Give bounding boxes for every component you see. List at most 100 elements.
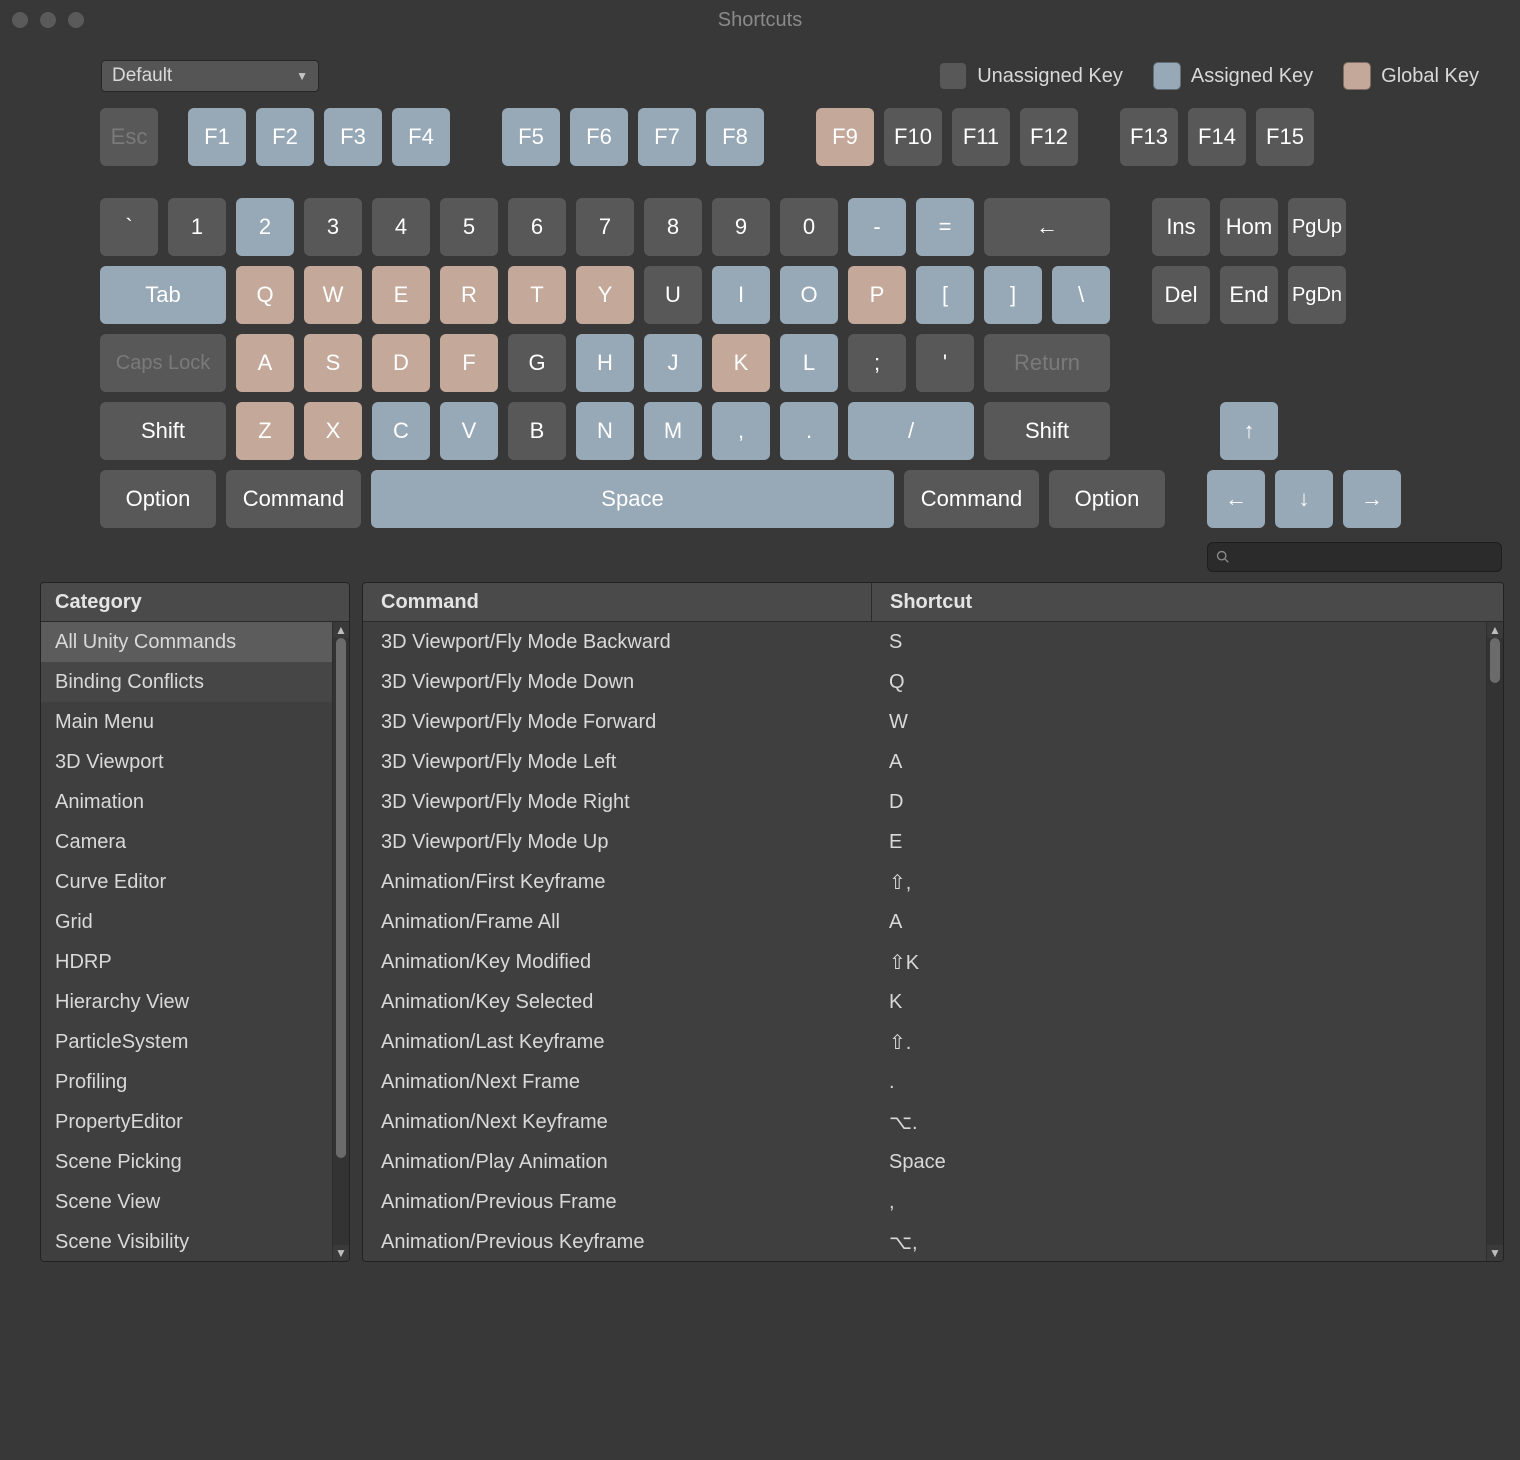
key-y[interactable]: Y [576, 266, 634, 324]
key--[interactable]: . [780, 402, 838, 460]
key-ins[interactable]: Ins [1152, 198, 1210, 256]
key--[interactable]: / [848, 402, 974, 460]
command-row[interactable]: Animation/First Keyframe⇧, [363, 862, 1487, 902]
scroll-down-icon[interactable]: ▼ [335, 1245, 347, 1261]
key-end[interactable]: End [1220, 266, 1278, 324]
key-f11[interactable]: F11 [952, 108, 1010, 166]
key-f5[interactable]: F5 [502, 108, 560, 166]
scroll-thumb[interactable] [1490, 638, 1500, 683]
command-row[interactable]: Animation/Key SelectedK [363, 982, 1487, 1022]
command-row[interactable]: Animation/Play AnimationSpace [363, 1142, 1487, 1182]
key-r[interactable]: R [440, 266, 498, 324]
key-f2[interactable]: F2 [256, 108, 314, 166]
scroll-up-icon[interactable]: ▲ [335, 622, 347, 638]
category-item[interactable]: HDRP [41, 942, 333, 982]
key-m[interactable]: M [644, 402, 702, 460]
key--[interactable]: = [916, 198, 974, 256]
key-s[interactable]: S [304, 334, 362, 392]
category-item[interactable]: Scene Visibility [41, 1222, 333, 1261]
key-tab[interactable]: Tab [100, 266, 226, 324]
key-f3[interactable]: F3 [324, 108, 382, 166]
key-f12[interactable]: F12 [1020, 108, 1078, 166]
key-8[interactable]: 8 [644, 198, 702, 256]
command-row[interactable]: Animation/Frame AllA [363, 902, 1487, 942]
command-row[interactable]: 3D Viewport/Fly Mode DownQ [363, 662, 1487, 702]
key-7[interactable]: 7 [576, 198, 634, 256]
key-2[interactable]: 2 [236, 198, 294, 256]
key-g[interactable]: G [508, 334, 566, 392]
command-row[interactable]: Animation/Last Keyframe⇧. [363, 1022, 1487, 1062]
key-f8[interactable]: F8 [706, 108, 764, 166]
key-a[interactable]: A [236, 334, 294, 392]
key-p[interactable]: P [848, 266, 906, 324]
key-f15[interactable]: F15 [1256, 108, 1314, 166]
command-row[interactable]: Animation/Key Modified⇧K [363, 942, 1487, 982]
command-row[interactable]: 3D Viewport/Fly Mode UpE [363, 822, 1487, 862]
category-item[interactable]: PropertyEditor [41, 1102, 333, 1142]
key-l[interactable]: L [780, 334, 838, 392]
key-i[interactable]: I [712, 266, 770, 324]
key--[interactable]: ← [984, 198, 1110, 256]
key-f[interactable]: F [440, 334, 498, 392]
command-row[interactable]: 3D Viewport/Fly Mode RightD [363, 782, 1487, 822]
key-j[interactable]: J [644, 334, 702, 392]
category-item[interactable]: ParticleSystem [41, 1022, 333, 1062]
key-f13[interactable]: F13 [1120, 108, 1178, 166]
key-del[interactable]: Del [1152, 266, 1210, 324]
key-f6[interactable]: F6 [570, 108, 628, 166]
key--[interactable]: ↑ [1220, 402, 1278, 460]
scroll-thumb[interactable] [336, 638, 346, 1158]
key--[interactable]: [ [916, 266, 974, 324]
shortcut-column-header[interactable]: Shortcut [872, 583, 1503, 621]
key-9[interactable]: 9 [712, 198, 770, 256]
key--[interactable]: ' [916, 334, 974, 392]
key-esc[interactable]: Esc [100, 108, 158, 166]
key-6[interactable]: 6 [508, 198, 566, 256]
key-option[interactable]: Option [1049, 470, 1165, 528]
key-f9[interactable]: F9 [816, 108, 874, 166]
key-b[interactable]: B [508, 402, 566, 460]
profile-dropdown[interactable]: Default ▼ [101, 60, 319, 92]
command-scrollbar[interactable]: ▲ ▼ [1486, 622, 1503, 1261]
key-f1[interactable]: F1 [188, 108, 246, 166]
key--[interactable]: ↓ [1275, 470, 1333, 528]
category-scrollbar[interactable]: ▲ ▼ [332, 622, 349, 1261]
scroll-down-icon[interactable]: ▼ [1489, 1245, 1501, 1261]
category-item[interactable]: Scene View [41, 1182, 333, 1222]
key-4[interactable]: 4 [372, 198, 430, 256]
key-h[interactable]: H [576, 334, 634, 392]
key--[interactable]: , [712, 402, 770, 460]
command-row[interactable]: 3D Viewport/Fly Mode ForwardW [363, 702, 1487, 742]
key-c[interactable]: C [372, 402, 430, 460]
category-item[interactable]: Animation [41, 782, 333, 822]
key-5[interactable]: 5 [440, 198, 498, 256]
key-t[interactable]: T [508, 266, 566, 324]
key-v[interactable]: V [440, 402, 498, 460]
key--[interactable]: → [1343, 470, 1401, 528]
category-item[interactable]: Grid [41, 902, 333, 942]
category-item[interactable]: Main Menu [41, 702, 333, 742]
key-0[interactable]: 0 [780, 198, 838, 256]
key-shift[interactable]: Shift [984, 402, 1110, 460]
category-item[interactable]: All Unity Commands [41, 622, 333, 662]
key-o[interactable]: O [780, 266, 838, 324]
key-f4[interactable]: F4 [392, 108, 450, 166]
command-row[interactable]: Animation/Previous Keyframe⌥, [363, 1222, 1487, 1261]
key-q[interactable]: Q [236, 266, 294, 324]
key-command[interactable]: Command [904, 470, 1039, 528]
key-u[interactable]: U [644, 266, 702, 324]
key--[interactable]: ] [984, 266, 1042, 324]
key-hom[interactable]: Hom [1220, 198, 1278, 256]
command-row[interactable]: Animation/Next Keyframe⌥. [363, 1102, 1487, 1142]
category-item[interactable]: Curve Editor [41, 862, 333, 902]
command-row[interactable]: Animation/Next Frame. [363, 1062, 1487, 1102]
key-3[interactable]: 3 [304, 198, 362, 256]
category-item[interactable]: 3D Viewport [41, 742, 333, 782]
key-d[interactable]: D [372, 334, 430, 392]
key-command[interactable]: Command [226, 470, 361, 528]
key-option[interactable]: Option [100, 470, 216, 528]
key--[interactable]: \ [1052, 266, 1110, 324]
key-e[interactable]: E [372, 266, 430, 324]
category-item[interactable]: Binding Conflicts [41, 662, 333, 702]
key-z[interactable]: Z [236, 402, 294, 460]
